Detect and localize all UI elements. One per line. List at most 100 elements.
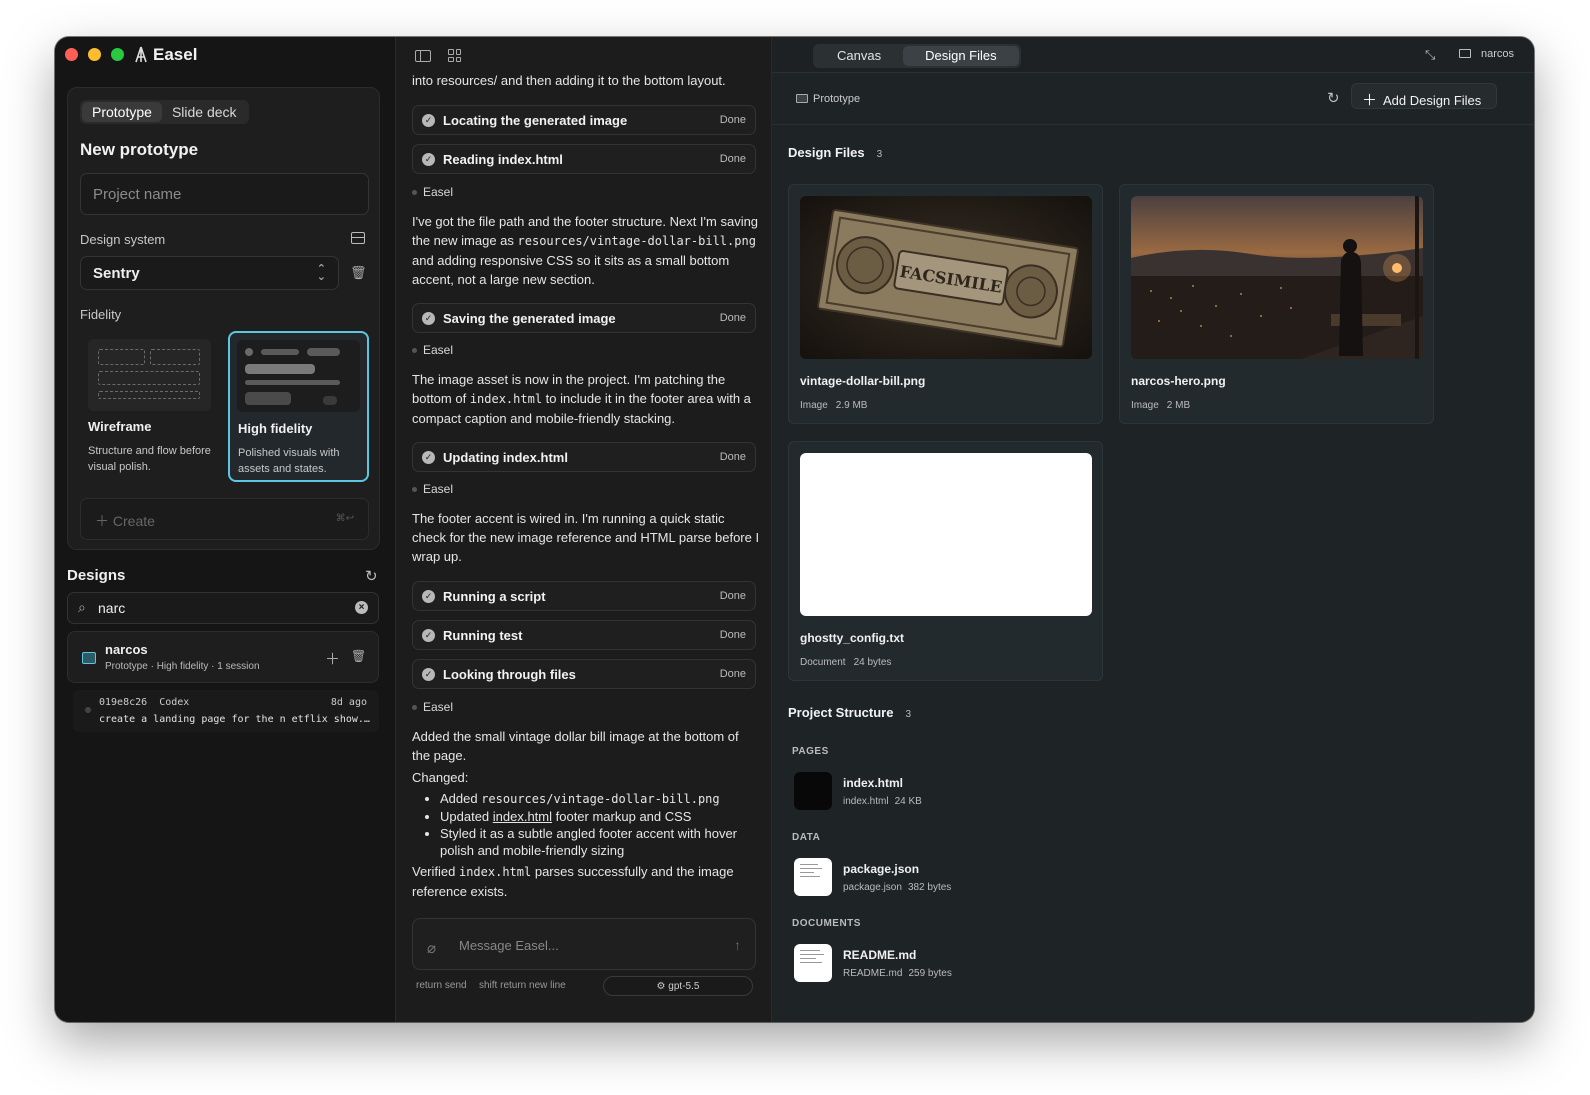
file-card[interactable]: ghostty_config.txt Document 24 bytes <box>788 441 1103 681</box>
message-author: Easel <box>412 185 453 199</box>
group-label: DATA <box>792 832 821 843</box>
create-shortcut: ⌘↩ <box>335 513 354 524</box>
chat-intro: into resources/ and then adding it to th… <box>412 73 726 88</box>
check-icon: ✓ <box>422 114 435 127</box>
check-icon: ✓ <box>422 590 435 603</box>
project-name-input[interactable] <box>80 173 369 215</box>
sidebar-toggle-icon[interactable] <box>415 50 431 62</box>
refresh-icon[interactable]: ↻ <box>1327 89 1340 107</box>
card-title: New prototype <box>80 140 199 159</box>
design-item-narcos[interactable]: narcos Prototype · High fidelity · 1 ses… <box>67 631 379 683</box>
hint-send: return send <box>416 980 467 991</box>
design-system-label: Design system <box>80 232 166 247</box>
step-item[interactable]: ✓ Running test Done <box>412 620 756 650</box>
step-item[interactable]: ✓ Saving the generated image Done <box>412 303 756 333</box>
fidelity-option-high[interactable]: High fidelity Polished visuals with asse… <box>228 331 369 482</box>
search-icon: ⌕ <box>78 599 86 615</box>
mode-toggle: Prototype Slide deck <box>80 100 249 124</box>
tab-canvas[interactable]: Canvas <box>815 46 903 66</box>
chat-panel: into resources/ and then adding it to th… <box>396 37 772 1022</box>
model-selector[interactable]: ⚙ gpt-5.5 <box>603 976 753 996</box>
file-preview-document <box>800 453 1092 616</box>
close-window-button[interactable] <box>65 48 78 61</box>
file-meta: Image 2 MB <box>1131 400 1191 411</box>
step-title: Updating index.html <box>443 450 568 465</box>
file-name: narcos-hero.png <box>1131 374 1226 388</box>
fidelity-name: High fidelity <box>238 421 313 436</box>
file-name: vintage-dollar-bill.png <box>800 374 926 388</box>
file-name: ghostty_config.txt <box>800 631 904 645</box>
designs-search: ⌕ × <box>67 592 379 624</box>
hint-newline: shift return new line <box>479 980 566 991</box>
file-card[interactable]: narcos-hero.png Image 2 MB <box>1119 184 1434 424</box>
step-status: Done <box>719 114 746 126</box>
app-window: Easel Prototype Slide deck New prototype… <box>55 37 1534 1022</box>
chat-message: The footer accent is wired in. I'm runni… <box>412 511 760 564</box>
attach-icon[interactable]: ⌀ <box>427 939 436 957</box>
tab-slide-deck[interactable]: Slide deck <box>162 102 247 122</box>
step-status: Done <box>719 312 746 324</box>
file-card[interactable]: FACSIMILE vintage-dollar-bill.png Image 2… <box>788 184 1103 424</box>
design-system-select[interactable]: Sentry ⌃ ⌄ <box>80 256 339 290</box>
fidelity-name: Wireframe <box>88 419 152 434</box>
step-item[interactable]: ✓ Locating the generated image Done <box>412 105 756 135</box>
refresh-icon[interactable]: ↻ <box>365 567 378 585</box>
structure-item[interactable]: package.json package.json 382 bytes <box>794 858 1194 898</box>
add-design-files-button[interactable]: ＋ Add Design Files <box>1351 83 1497 109</box>
fidelity-option-wireframe[interactable]: Wireframe Structure and flow before visu… <box>80 331 221 482</box>
plus-icon: ＋ <box>95 513 109 529</box>
structure-item[interactable]: index.html index.html 24 KB <box>794 772 1194 812</box>
tab-design-files[interactable]: Design Files <box>903 46 1019 66</box>
step-item[interactable]: ✓ Updating index.html Done <box>412 442 756 472</box>
step-item[interactable]: ✓ Reading index.html Done <box>412 144 756 174</box>
message-input[interactable] <box>459 935 709 955</box>
trash-icon[interactable]: 🗑︎ <box>350 265 367 281</box>
tab-prototype[interactable]: Prototype <box>82 102 162 122</box>
structure-meta: index.html 24 KB <box>843 796 922 807</box>
design-system-layout-icon[interactable] <box>351 232 365 244</box>
session-status-dot <box>85 707 91 713</box>
prototype-icon <box>796 94 808 103</box>
zoom-window-button[interactable] <box>111 48 124 61</box>
chat-message: The image asset is now in the project. I… <box>412 372 751 426</box>
group-label: PAGES <box>792 746 829 757</box>
step-status: Done <box>719 668 746 680</box>
structure-meta: package.json 382 bytes <box>843 882 952 893</box>
step-status: Done <box>719 590 746 602</box>
index-html-link[interactable]: index.html <box>493 809 552 824</box>
chevron-up-down-icon: ⌃ ⌄ <box>316 263 326 283</box>
new-prototype-card: Prototype Slide deck New prototype Desig… <box>67 87 380 550</box>
step-title: Reading index.html <box>443 152 563 167</box>
structure-item[interactable]: README.md README.md 259 bytes <box>794 944 1194 984</box>
chat-message: I've got the file path and the footer st… <box>412 214 759 287</box>
create-button[interactable]: ＋ Create ⌘↩ <box>80 498 369 540</box>
title-bar: Easel <box>55 37 395 73</box>
folder-name[interactable]: narcos <box>1481 48 1514 60</box>
model-icon: ⚙ <box>656 981 666 992</box>
grid-icon[interactable] <box>448 49 461 62</box>
add-button-label: Add Design Files <box>1383 93 1482 108</box>
easel-logo-icon <box>134 46 149 64</box>
step-item[interactable]: ✓ Looking through files Done <box>412 659 756 689</box>
search-input[interactable] <box>98 597 338 619</box>
expand-icon[interactable]: ⤡ <box>1425 47 1435 63</box>
final-message: Added the small vintage dollar bill imag… <box>412 727 760 901</box>
clear-search-icon[interactable]: × <box>355 601 368 614</box>
session-id: 019e8c26 Codex <box>99 697 190 708</box>
left-sidebar: Easel Prototype Slide deck New prototype… <box>55 37 396 1022</box>
minimize-window-button[interactable] <box>88 48 101 61</box>
message-author: Easel <box>412 343 453 357</box>
step-title: Running a script <box>443 589 546 604</box>
file-meta: Image 2.9 MB <box>800 400 868 411</box>
model-name: gpt-5.5 <box>668 981 700 992</box>
message-author: Easel <box>412 700 453 714</box>
folder-icon <box>1459 49 1471 58</box>
step-item[interactable]: ✓ Running a script Done <box>412 581 756 611</box>
wireframe-preview <box>88 339 211 411</box>
file-meta: Document 24 bytes <box>800 657 892 668</box>
delete-design-icon[interactable]: 🗑︎ <box>351 649 366 663</box>
add-session-icon[interactable]: ＋ <box>325 648 340 669</box>
session-item[interactable]: 019e8c26 Codex 8d ago create a landing p… <box>73 690 379 732</box>
design-meta: Prototype · High fidelity · 1 session <box>105 661 260 672</box>
send-arrow-icon[interactable]: ↑ <box>734 937 741 953</box>
